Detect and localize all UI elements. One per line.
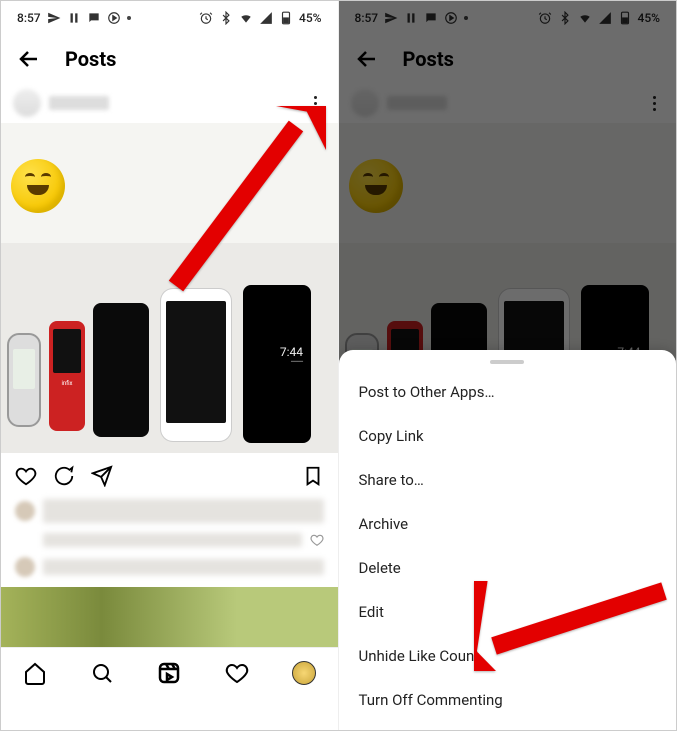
send-icon (47, 11, 61, 25)
battery-text: 45% (299, 11, 321, 25)
send-icon (384, 11, 398, 25)
nav-home-icon[interactable] (23, 661, 47, 685)
annotation-arrow-right (474, 581, 674, 675)
header: Posts (1, 35, 338, 83)
pause-icon (404, 11, 418, 25)
signal-icon (598, 11, 612, 25)
wifi-icon (239, 11, 253, 25)
alarm-icon (199, 11, 213, 25)
message-icon (424, 11, 438, 25)
like-icon[interactable] (15, 465, 37, 487)
avatar[interactable] (13, 89, 41, 117)
sheet-item-turn-off-commenting[interactable]: Turn Off Commenting (339, 678, 677, 722)
emoji-plush (349, 159, 403, 213)
back-icon[interactable] (355, 47, 379, 71)
signal-icon (259, 11, 273, 25)
phone-4 (161, 289, 231, 441)
next-post-preview (1, 587, 338, 647)
lockscreen-time: 7:44 (280, 345, 303, 359)
battery-icon (279, 11, 293, 25)
comment-icon[interactable] (53, 465, 75, 487)
page-title: Posts (65, 47, 116, 71)
wifi-icon (578, 11, 592, 25)
header: Posts (339, 35, 677, 83)
screenshot-left: 8:57 45% Posts (1, 1, 339, 730)
back-icon[interactable] (17, 47, 41, 71)
circle-play-icon (107, 11, 121, 25)
phone-3 (93, 303, 149, 437)
status-time: 8:57 (17, 11, 41, 25)
sheet-item-copy-link[interactable]: Copy Link (339, 414, 677, 458)
notification-dot-icon (127, 16, 131, 20)
post-header (339, 83, 677, 123)
more-options-icon (644, 93, 664, 113)
message-icon (87, 11, 101, 25)
comment-like-icon[interactable] (310, 533, 324, 547)
bluetooth-icon (558, 11, 572, 25)
battery-text: 45% (638, 11, 660, 25)
post-actions (1, 453, 338, 499)
nav-reels-icon[interactable] (157, 661, 181, 685)
phone-1 (7, 333, 41, 427)
annotation-arrow-left (156, 106, 326, 300)
avatar (351, 89, 379, 117)
phone-2 (49, 321, 85, 431)
nav-activity-icon[interactable] (225, 661, 249, 685)
emoji-plush (11, 159, 65, 213)
username-blurred[interactable] (49, 96, 109, 110)
nav-profile-icon[interactable] (292, 661, 316, 685)
bottom-nav (1, 647, 338, 697)
alarm-icon (538, 11, 552, 25)
screenshot-right: 8:57 45% Posts 7:44━━━━ (339, 1, 677, 730)
bookmark-icon[interactable] (302, 465, 324, 487)
notification-dot-icon (464, 16, 468, 20)
username-blurred (387, 96, 447, 110)
status-bar: 8:57 45% (1, 1, 338, 35)
nav-search-icon[interactable] (90, 661, 114, 685)
sheet-grabber-icon[interactable] (490, 360, 524, 364)
pause-icon (67, 11, 81, 25)
status-bar: 8:57 45% (339, 1, 677, 35)
circle-play-icon (444, 11, 458, 25)
sheet-item-post-other-apps[interactable]: Post to Other Apps… (339, 370, 677, 414)
battery-icon (618, 11, 632, 25)
page-title: Posts (403, 47, 454, 71)
bluetooth-icon (219, 11, 233, 25)
status-time: 8:57 (355, 11, 379, 25)
sheet-item-archive[interactable]: Archive (339, 502, 677, 546)
post-meta-blurred (1, 499, 338, 577)
phone-5: 7:44━━━━ (243, 285, 311, 443)
sheet-item-share-to[interactable]: Share to… (339, 458, 677, 502)
share-icon[interactable] (91, 465, 113, 487)
